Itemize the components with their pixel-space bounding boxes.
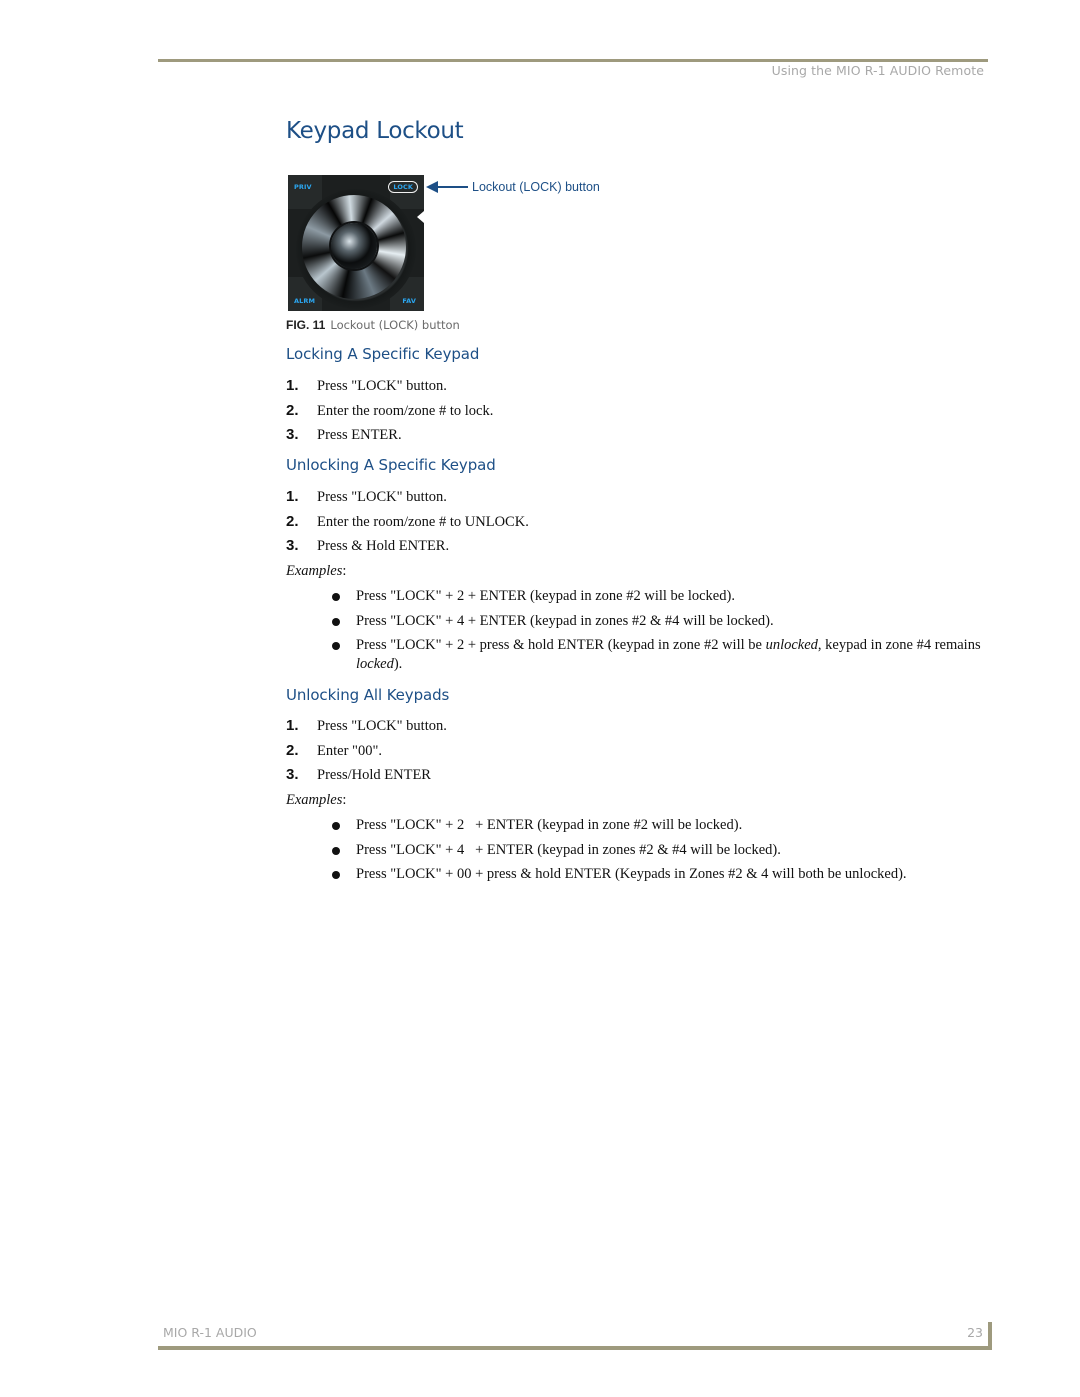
step-number: 2. [286, 512, 299, 530]
step-text: Press ENTER. [317, 427, 402, 444]
example-item: Press "LOCK" + 00 + press & hold ENTER (… [332, 865, 992, 884]
bullet-icon [332, 822, 340, 830]
unlocking-specific-steps: 1. Press "LOCK" button. 2. Enter the room/… [286, 488, 529, 562]
step-number: 2. [286, 401, 299, 419]
step-text: Press "LOCK" button. [317, 489, 447, 505]
footer-page-number: 23 [967, 1325, 983, 1340]
fav-key-label: FAV [402, 297, 416, 305]
bullet-icon [332, 617, 340, 626]
locking-steps: 1. Press "LOCK" button. 2. Enter the room/… [286, 377, 493, 451]
step-number: 1. [286, 488, 299, 505]
step-item: 3. Press & Hold ENTER. [286, 537, 529, 562]
page-title: Keypad Lockout [286, 118, 464, 144]
example-item: Press "LOCK" + 4 + ENTER (keypad in zone… [332, 612, 992, 631]
figure-caption: FIG. 11 Lockout (LOCK) button [286, 318, 460, 332]
step-text: Press/Hold ENTER [317, 767, 431, 784]
example-text: Press "LOCK" + 2 + press & hold ENTER (k… [356, 636, 992, 674]
unlocking-all-steps: 1. Press "LOCK" button. 2. Enter "00". 3. P… [286, 717, 447, 791]
lock-button-callout: Lockout (LOCK) button [426, 180, 600, 194]
example-text: Press "LOCK" + 4 + ENTER (keypad in zone… [356, 841, 781, 858]
step-number: 1. [286, 717, 299, 734]
header-rule [158, 59, 988, 62]
step-item: 2. Enter "00". [286, 742, 447, 767]
section-heading-unlocking-all: Unlocking All Keypads [286, 686, 450, 704]
step-number: 3. [286, 426, 299, 444]
step-item: 2. Enter the room/zone # to lock. [286, 402, 493, 427]
example-emphasis: unlocked [765, 637, 818, 653]
example-item: Press "LOCK" + 4 + ENTER (keypad in zone… [332, 841, 992, 860]
step-number: 1. [286, 377, 299, 394]
section-heading-unlocking-specific: Unlocking A Specific Keypad [286, 456, 496, 474]
example-item: Press "LOCK" + 2 + press & hold ENTER (k… [332, 636, 992, 674]
examples-label-text: Examples [286, 792, 343, 808]
example-text-part: , keypad in zone #4 remains [817, 637, 981, 653]
example-text: Press "LOCK" + 2 + ENTER (keypad in zone… [356, 588, 735, 604]
arrow-left-icon [426, 181, 438, 193]
example-emphasis: locked [356, 656, 394, 672]
step-item: 3. Press/Hold ENTER [286, 766, 447, 791]
callout-text: Lockout (LOCK) button [472, 180, 600, 194]
footer-rule [158, 1346, 992, 1350]
step-text: Enter "00". [317, 742, 382, 759]
unlocking-specific-examples: Press "LOCK" + 2 + ENTER (keypad in zone… [332, 587, 992, 680]
examples-label: Examples: [286, 792, 347, 808]
step-item: 1. Press "LOCK" button. [286, 488, 529, 513]
section-heading-locking: Locking A Specific Keypad [286, 345, 480, 363]
priv-key-label: PRIV [294, 183, 312, 191]
examples-label: Examples: [286, 563, 347, 579]
example-item: Press "LOCK" + 2 + ENTER (keypad in zone… [332, 587, 992, 606]
step-number: 3. [286, 537, 299, 555]
example-text-part: ). [393, 656, 403, 672]
remote-keypad-photo: PRIV LOCK ALRM FAV [288, 175, 424, 311]
step-text: Press "LOCK" button. [317, 718, 447, 734]
figure-number: FIG. 11 [286, 318, 326, 332]
example-text: Press "LOCK" + 4 + ENTER (keypad in zone… [356, 612, 774, 629]
example-text: Press "LOCK" + 2 + ENTER (keypad in zone… [356, 817, 743, 833]
bullet-icon [332, 846, 340, 855]
step-item: 1. Press "LOCK" button. [286, 377, 493, 402]
unlocking-all-examples: Press "LOCK" + 2 + ENTER (keypad in zone… [332, 816, 992, 890]
step-item: 3. Press ENTER. [286, 426, 493, 451]
center-select-button [331, 223, 377, 269]
example-item: Press "LOCK" + 2 + ENTER (keypad in zone… [332, 816, 992, 835]
running-head: Using the MIO R-1 AUDIO Remote [771, 63, 984, 78]
callout-line [438, 186, 468, 188]
step-text: Enter the room/zone # to lock. [317, 402, 494, 419]
step-number: 3. [286, 766, 299, 784]
step-item: 1. Press "LOCK" button. [286, 717, 447, 742]
step-item: 2. Enter the room/zone # to UNLOCK. [286, 513, 529, 538]
photo-notch [417, 211, 424, 223]
document-page: Using the MIO R-1 AUDIO Remote Keypad Lo… [0, 0, 1080, 1397]
footer-product-name: MIO R-1 AUDIO [163, 1325, 257, 1340]
step-text: Press "LOCK" button. [317, 378, 447, 394]
bullet-icon [332, 593, 340, 601]
alrm-key-label: ALRM [294, 297, 316, 305]
lock-key-label: LOCK [388, 181, 418, 193]
bullet-icon [332, 642, 340, 650]
step-text: Press & Hold ENTER. [317, 538, 450, 555]
examples-label-text: Examples [286, 563, 343, 579]
example-text-part: Press "LOCK" + 2 + press & hold ENTER (k… [356, 637, 766, 653]
bullet-icon [332, 871, 340, 879]
figure-caption-text: Lockout (LOCK) button [330, 318, 460, 332]
example-text: Press "LOCK" + 00 + press & hold ENTER (… [356, 866, 907, 882]
step-number: 2. [286, 741, 299, 759]
step-text: Enter the room/zone # to UNLOCK. [317, 513, 529, 530]
